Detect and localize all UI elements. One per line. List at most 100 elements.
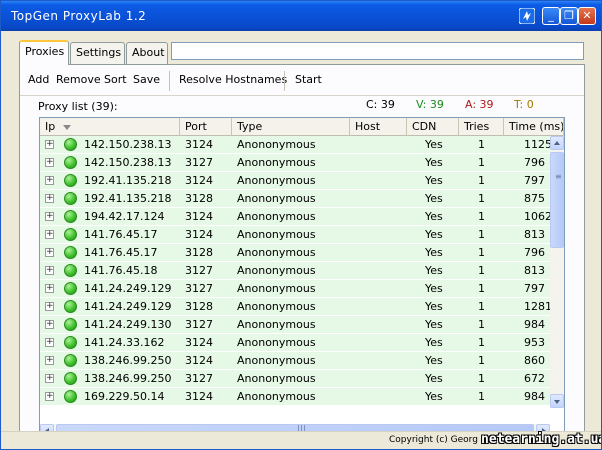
table-row[interactable]: +192.41.135.218 3124 Anononymous Yes 1 797	[40, 172, 550, 190]
cell-type: Anononymous	[237, 264, 316, 277]
expand-row-icon[interactable]: +	[45, 176, 54, 185]
expand-row-icon[interactable]: +	[45, 320, 54, 329]
tab-label: Settings	[76, 46, 122, 59]
column-label: Time (ms)	[509, 120, 564, 133]
expand-row-icon[interactable]: +	[45, 356, 54, 365]
table-row[interactable]: +142.150.238.13 3124 Anononymous Yes 1 1125	[40, 136, 552, 154]
top-text-field[interactable]	[171, 42, 584, 60]
vertical-scrollbar[interactable]: ≡	[550, 136, 564, 408]
vertical-scroll-thumb[interactable]: ≡	[550, 152, 564, 248]
expand-row-icon[interactable]: +	[45, 284, 54, 293]
status-ok-icon	[64, 264, 77, 277]
column-header-cdn[interactable]: CDN	[407, 118, 459, 136]
expand-row-icon[interactable]: +	[45, 230, 54, 239]
cell-time: 797	[524, 174, 545, 187]
count-a: A: 39	[465, 98, 494, 111]
expand-row-icon[interactable]: +	[45, 212, 54, 221]
expand-row-icon[interactable]: +	[45, 392, 54, 401]
title-bar[interactable]: TopGen ProxyLab 1.2 _ ❐ ✕	[1, 1, 601, 31]
scroll-down-button[interactable]	[550, 394, 564, 408]
cell-cdn: Yes	[425, 174, 443, 187]
close-button[interactable]: ✕	[578, 7, 596, 25]
expand-row-icon[interactable]: +	[45, 140, 54, 149]
arrow-up-icon	[554, 141, 560, 145]
maximize-button[interactable]: ❐	[560, 7, 578, 25]
cell-tries: 1	[478, 354, 485, 367]
cell-type: Anononymous	[237, 228, 316, 241]
cell-tries: 1	[478, 372, 485, 385]
status-ok-icon	[64, 246, 77, 259]
cell-port: 3124	[185, 354, 213, 367]
scroll-up-button[interactable]	[550, 136, 564, 150]
maximize-icon: ❐	[564, 9, 574, 22]
cell-type: Anononymous	[237, 138, 316, 151]
cell-type: Anononymous	[237, 354, 316, 367]
add-button[interactable]: Add	[28, 73, 49, 86]
tab-settings[interactable]: Settings	[70, 42, 125, 64]
column-header-port[interactable]: Port	[180, 118, 232, 136]
table-row[interactable]: +194.42.17.124 3124 Anononymous Yes 1 1062	[40, 208, 552, 226]
cell-tries: 1	[478, 264, 485, 277]
column-header-type[interactable]: Type	[232, 118, 350, 136]
table-row[interactable]: +141.24.33.162 3124 Anononymous Yes 1 953	[40, 334, 550, 352]
cell-port: 3128	[185, 300, 213, 313]
cell-type: Anononymous	[237, 156, 316, 169]
tab-proxies[interactable]: Proxies	[19, 40, 69, 65]
remove-button[interactable]: Remove	[56, 73, 101, 86]
cell-type: Anononymous	[237, 282, 316, 295]
cell-tries: 1	[478, 138, 485, 151]
cell-ip: 141.76.45.18	[84, 264, 158, 277]
expand-row-icon[interactable]: +	[45, 158, 54, 167]
column-header-tries[interactable]: Tries	[459, 118, 504, 136]
column-header-time[interactable]: Time (ms)	[504, 118, 564, 136]
resolve-hostnames-button[interactable]: Resolve Hostnames	[179, 73, 287, 86]
table-row[interactable]: +141.76.45.18 3127 Anononymous Yes 1 813	[40, 262, 550, 280]
table-row[interactable]: +192.41.135.218 3128 Anononymous Yes 1 875	[40, 190, 550, 208]
cell-port: 3124	[185, 210, 213, 223]
cell-tries: 1	[478, 390, 485, 403]
cell-cdn: Yes	[425, 390, 443, 403]
expand-row-icon[interactable]: +	[45, 248, 54, 257]
tab-about[interactable]: About	[126, 42, 168, 64]
table-row[interactable]: +142.150.238.13 3127 Anononymous Yes 1 796	[40, 154, 550, 172]
cell-cdn: Yes	[425, 210, 443, 223]
sort-button[interactable]: Sort	[104, 73, 127, 86]
table-row[interactable]: +169.229.50.14 3124 Anononymous Yes 1 984	[40, 388, 550, 406]
cell-type: Anononymous	[237, 300, 316, 313]
cell-tries: 1	[478, 318, 485, 331]
app-menu-icon[interactable]	[519, 8, 535, 24]
cell-tries: 1	[478, 192, 485, 205]
cell-time: 875	[524, 192, 545, 205]
tab-label: About	[132, 46, 165, 59]
grid-header: Ip Port Type Host CDN Tries Time (ms)	[40, 118, 564, 136]
start-button[interactable]: Start	[295, 73, 322, 86]
table-row[interactable]: +141.24.249.130 3127 Anononymous Yes 1 984	[40, 316, 550, 334]
table-row[interactable]: +141.76.45.17 3128 Anononymous Yes 1 796	[40, 244, 550, 262]
table-row[interactable]: +141.24.249.129 3128 Anononymous Yes 1 1281	[40, 298, 552, 316]
minimize-button[interactable]: _	[542, 7, 560, 25]
cell-time: 796	[524, 156, 545, 169]
save-button[interactable]: Save	[133, 73, 160, 86]
table-row[interactable]: +141.76.45.17 3124 Anononymous Yes 1 813	[40, 226, 550, 244]
expand-row-icon[interactable]: +	[45, 194, 54, 203]
proxy-list-label: Proxy list (39):	[38, 100, 118, 113]
table-row[interactable]: +138.246.99.250 3127 Anononymous Yes 1 672	[40, 370, 550, 388]
cell-cdn: Yes	[425, 246, 443, 259]
table-row[interactable]: +141.24.249.129 3127 Anononymous Yes 1 797	[40, 280, 550, 298]
column-header-ip[interactable]: Ip	[40, 118, 180, 136]
count-v: V: 39	[416, 98, 444, 111]
toolbar: Add Remove Sort Save Resolve Hostnames S…	[20, 71, 584, 91]
watermark-text: netearning.at.ua	[481, 432, 602, 447]
cell-ip: 141.24.249.129	[84, 300, 172, 313]
column-label: Type	[237, 120, 263, 133]
expand-row-icon[interactable]: +	[45, 302, 54, 311]
expand-row-icon[interactable]: +	[45, 338, 54, 347]
cell-port: 3128	[185, 246, 213, 259]
cell-cdn: Yes	[425, 228, 443, 241]
expand-row-icon[interactable]: +	[45, 374, 54, 383]
expand-row-icon[interactable]: +	[45, 266, 54, 275]
cell-ip: 142.150.238.13	[84, 156, 172, 169]
column-header-host[interactable]: Host	[350, 118, 407, 136]
cell-tries: 1	[478, 282, 485, 295]
table-row[interactable]: +138.246.99.250 3124 Anononymous Yes 1 860	[40, 352, 550, 370]
